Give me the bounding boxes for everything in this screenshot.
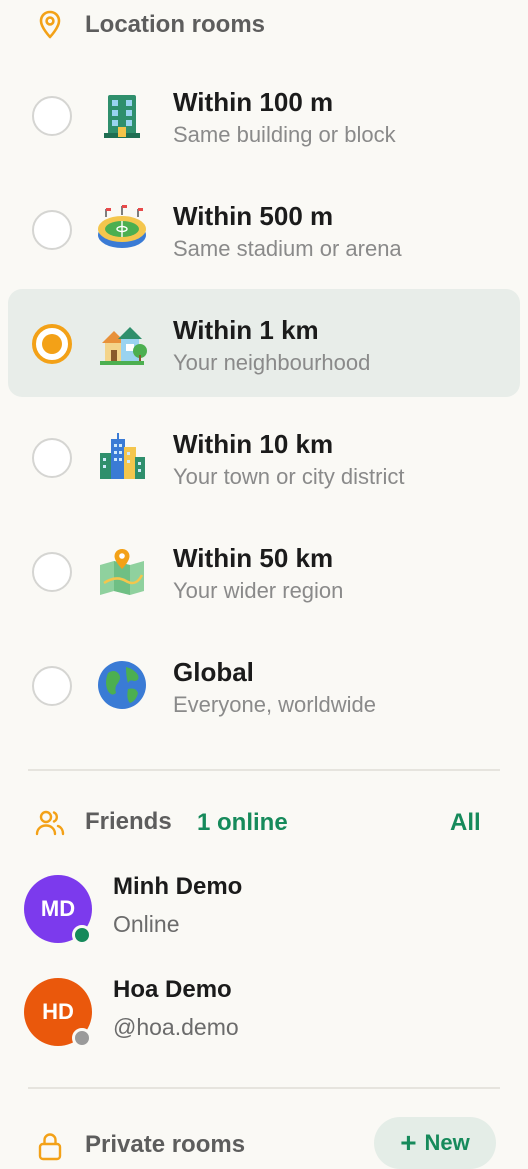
room-option-10km[interactable]: Within 10 km Your town or city district xyxy=(8,403,520,511)
radio-button[interactable] xyxy=(32,210,72,250)
radio-button-selected[interactable] xyxy=(32,324,72,364)
office-building-icon xyxy=(104,95,140,138)
stadium-icon xyxy=(98,205,146,248)
offline-status-dot xyxy=(72,1028,92,1048)
plus-icon: + xyxy=(400,1127,417,1158)
section-title: Location rooms xyxy=(85,11,266,38)
room-title: Global xyxy=(173,657,254,687)
radio-button[interactable] xyxy=(32,666,72,706)
room-subtitle: Your wider region xyxy=(173,578,344,603)
folded-map-icon xyxy=(100,549,144,595)
room-subtitle: Same stadium or arena xyxy=(173,236,402,261)
avatar-initials: HD xyxy=(42,999,74,1024)
friend-row[interactable]: HD Hoa Demo @hoa.demo xyxy=(0,972,528,1052)
radio-button[interactable] xyxy=(32,96,72,136)
city-skyline-icon xyxy=(100,433,145,479)
friend-name: Minh Demo xyxy=(113,873,243,900)
friend-name: Hoa Demo xyxy=(113,976,232,1003)
room-option-1km[interactable]: Within 1 km Your neighbourhood xyxy=(8,289,520,397)
friends-header: Friends 1 online All xyxy=(0,797,528,847)
globe-icon xyxy=(98,661,146,709)
radio-button[interactable] xyxy=(32,438,72,478)
friends-all-link[interactable]: All xyxy=(450,809,481,837)
houses-icon xyxy=(100,327,147,365)
map-pin-icon xyxy=(39,10,61,39)
radio-button[interactable] xyxy=(32,552,72,592)
room-subtitle: Your town or city district xyxy=(173,464,405,489)
online-status-dot xyxy=(72,925,92,945)
section-divider xyxy=(28,1087,500,1089)
lock-icon xyxy=(38,1133,62,1161)
section-title: Private rooms xyxy=(85,1131,246,1158)
room-option-100m[interactable]: Within 100 m Same building or block xyxy=(8,61,520,169)
room-subtitle: Your neighbourhood xyxy=(173,350,371,375)
room-title: Within 500 m xyxy=(173,201,334,231)
location-rooms-header: Location rooms xyxy=(0,0,528,50)
room-title: Within 100 m xyxy=(173,87,334,117)
section-divider xyxy=(28,769,500,771)
room-option-global[interactable]: Global Everyone, worldwide xyxy=(8,631,520,739)
friend-row[interactable]: MD Minh Demo Online xyxy=(0,869,528,949)
room-title: Within 1 km xyxy=(173,315,319,345)
users-icon xyxy=(35,810,65,836)
online-count-badge: 1 online xyxy=(197,809,288,836)
room-option-500m[interactable]: Within 500 m Same stadium or arena xyxy=(8,175,520,283)
room-option-50km[interactable]: Within 50 km Your wider region xyxy=(8,517,520,625)
friend-handle: @hoa.demo xyxy=(113,1014,239,1040)
room-title: Within 10 km xyxy=(173,429,334,459)
new-button-label: New xyxy=(424,1130,470,1155)
room-subtitle: Everyone, worldwide xyxy=(173,692,376,717)
avatar-initials: MD xyxy=(40,896,76,921)
room-subtitle: Same building or block xyxy=(173,122,396,147)
new-private-room-button[interactable]: + New xyxy=(374,1117,496,1169)
section-title: Friends xyxy=(85,808,172,835)
friend-status: Online xyxy=(113,911,180,937)
room-title: Within 50 km xyxy=(173,543,334,573)
